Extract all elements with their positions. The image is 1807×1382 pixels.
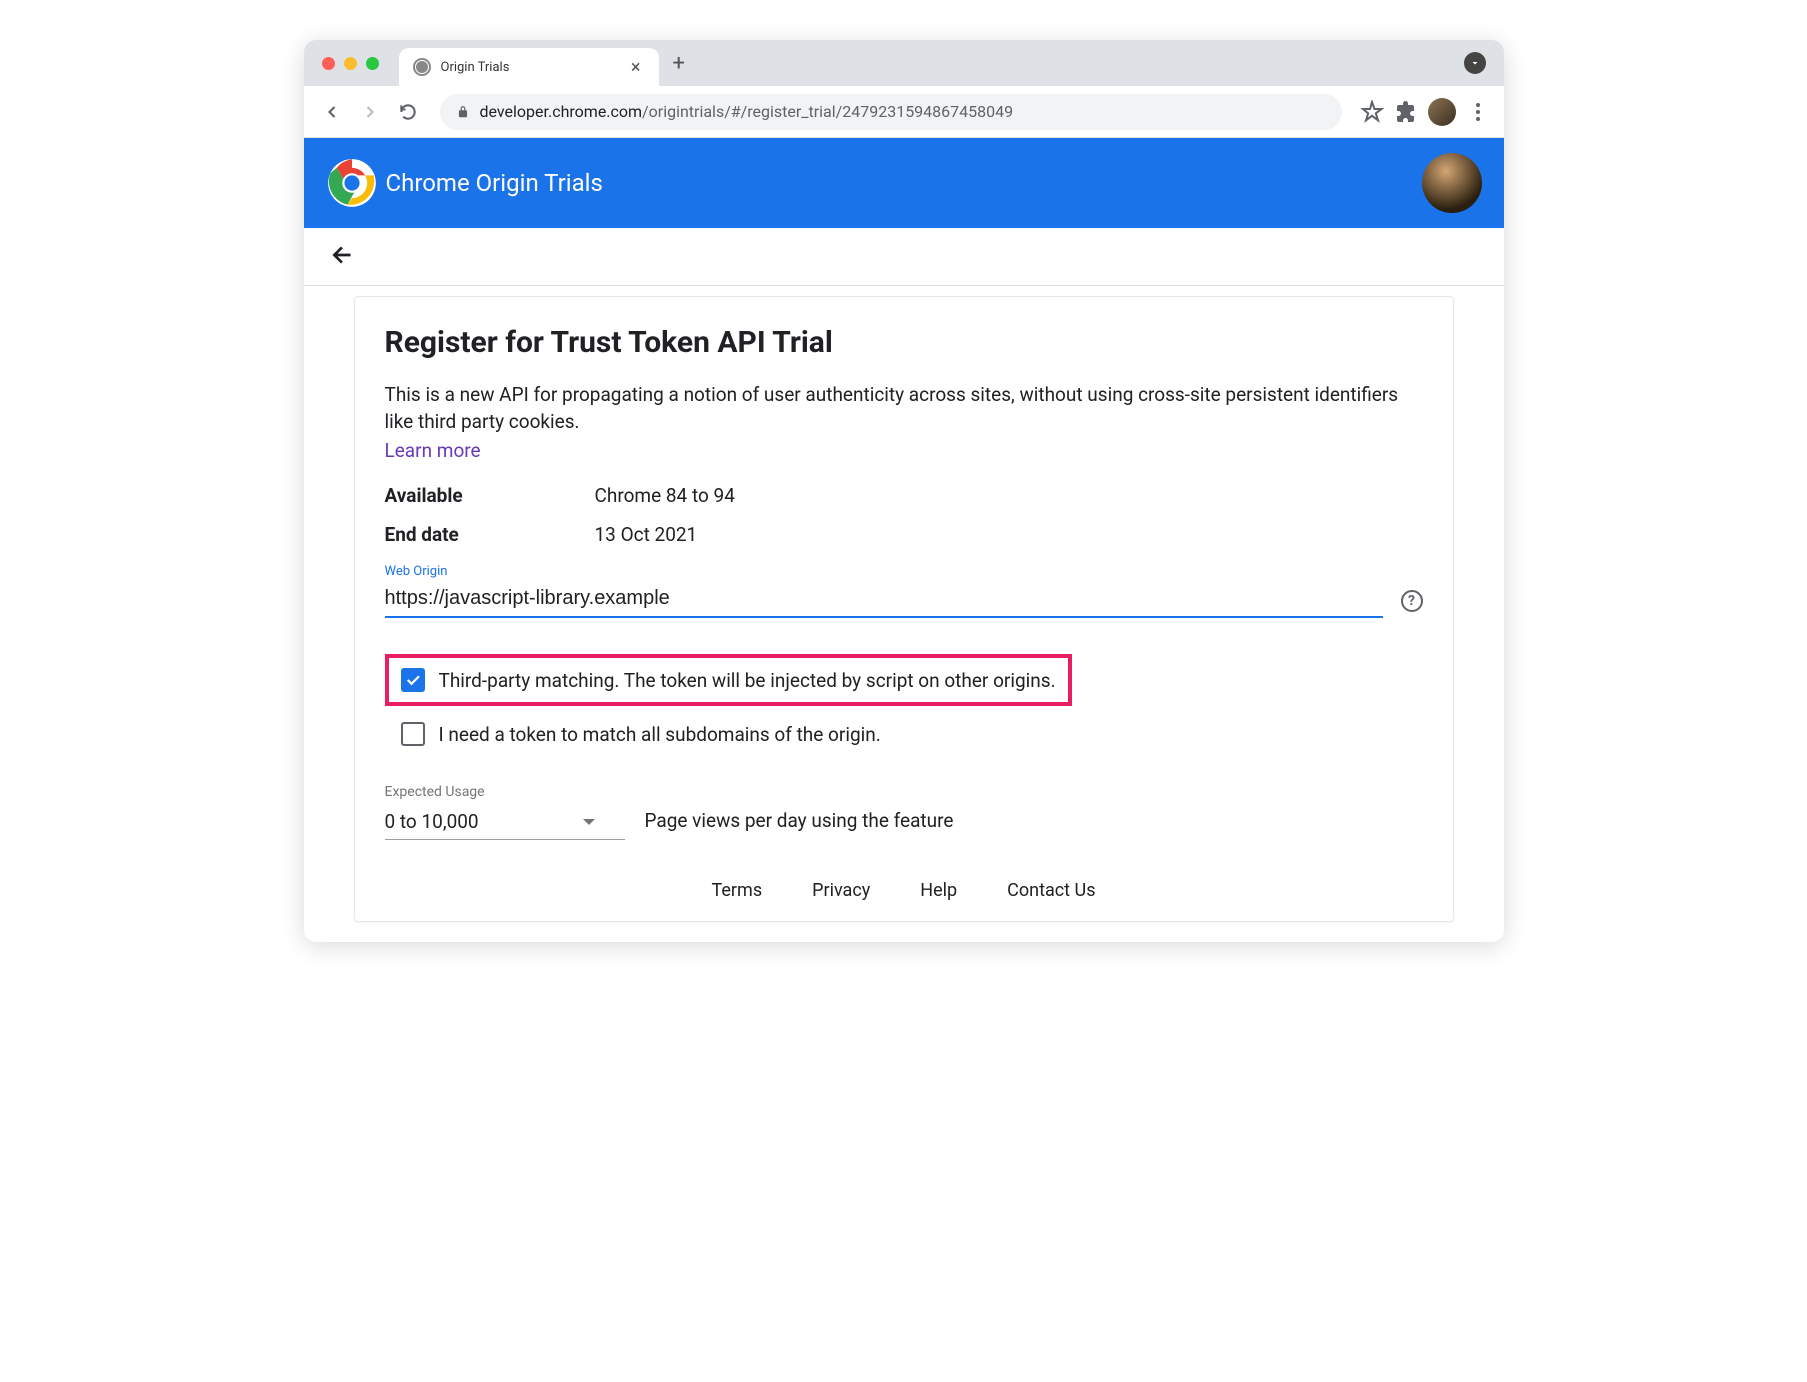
web-origin-label: Web Origin <box>385 564 1423 579</box>
page-title: Register for Trust Token API Trial <box>385 325 1423 360</box>
maximize-window-button[interactable] <box>366 57 379 70</box>
subheader <box>304 228 1504 286</box>
third-party-checkbox-row: Third-party matching. The token will be … <box>385 654 1072 706</box>
registration-card: Register for Trust Token API Trial This … <box>354 296 1454 922</box>
browser-tab[interactable]: Origin Trials × <box>399 48 659 86</box>
menu-button[interactable] <box>1466 100 1490 124</box>
minimize-window-button[interactable] <box>344 57 357 70</box>
browser-window: Origin Trials × + developer.chrome.com/o… <box>304 40 1504 942</box>
back-arrow-button[interactable] <box>330 242 356 272</box>
usage-select[interactable]: 0 to 10,000 <box>385 804 625 840</box>
usage-description: Page views per day using the feature <box>645 809 954 840</box>
web-origin-field: Web Origin ? <box>385 564 1423 618</box>
third-party-checkbox[interactable] <box>401 668 425 692</box>
forward-button[interactable] <box>356 98 384 126</box>
contact-link[interactable]: Contact Us <box>1007 880 1095 901</box>
usage-label: Expected Usage <box>385 784 625 800</box>
end-date-row: End date 13 Oct 2021 <box>385 523 1423 546</box>
back-button[interactable] <box>318 98 346 126</box>
app-header: Chrome Origin Trials <box>304 138 1504 228</box>
subdomains-checkbox[interactable] <box>401 722 425 746</box>
end-date-label: End date <box>385 523 595 546</box>
close-window-button[interactable] <box>322 57 335 70</box>
extensions-button[interactable] <box>1394 100 1418 124</box>
new-tab-button[interactable]: + <box>673 51 685 76</box>
subdomains-checkbox-row: I need a token to match all subdomains o… <box>385 714 1423 754</box>
terms-link[interactable]: Terms <box>712 880 763 901</box>
chevron-down-icon <box>583 819 595 825</box>
footer-links: Terms Privacy Help Contact Us <box>385 880 1423 911</box>
subdomains-label: I need a token to match all subdomains o… <box>439 723 881 746</box>
third-party-label: Third-party matching. The token will be … <box>439 669 1056 692</box>
available-value: Chrome 84 to 94 <box>595 484 735 507</box>
bookmark-button[interactable] <box>1360 100 1384 124</box>
close-tab-button[interactable]: × <box>627 57 645 78</box>
titlebar: Origin Trials × + <box>304 40 1504 86</box>
privacy-link[interactable]: Privacy <box>812 880 870 901</box>
tab-search-button[interactable] <box>1464 52 1486 74</box>
trial-description: This is a new API for propagating a noti… <box>385 382 1423 435</box>
reload-button[interactable] <box>394 98 422 126</box>
chrome-logo-icon <box>326 157 378 209</box>
lock-icon <box>456 105 470 119</box>
web-origin-input[interactable] <box>385 581 1383 618</box>
checkbox-section: Third-party matching. The token will be … <box>385 654 1423 754</box>
browser-toolbar: developer.chrome.com/origintrials/#/regi… <box>304 86 1504 138</box>
help-link[interactable]: Help <box>920 880 957 901</box>
usage-section: Expected Usage 0 to 10,000 Page views pe… <box>385 784 1423 840</box>
usage-value: 0 to 10,000 <box>385 810 479 833</box>
available-row: Available Chrome 84 to 94 <box>385 484 1423 507</box>
help-icon[interactable]: ? <box>1401 590 1423 612</box>
tab-title: Origin Trials <box>441 60 617 75</box>
profile-avatar[interactable] <box>1428 98 1456 126</box>
learn-more-link[interactable]: Learn more <box>385 439 481 462</box>
address-bar[interactable]: developer.chrome.com/origintrials/#/regi… <box>440 94 1342 130</box>
end-date-value: 13 Oct 2021 <box>595 523 698 546</box>
user-avatar[interactable] <box>1422 153 1482 213</box>
content-area: Register for Trust Token API Trial This … <box>304 286 1504 942</box>
app-title: Chrome Origin Trials <box>386 169 603 197</box>
globe-icon <box>413 58 431 76</box>
window-controls <box>322 57 379 70</box>
available-label: Available <box>385 484 595 507</box>
url-text: developer.chrome.com/origintrials/#/regi… <box>480 102 1014 121</box>
